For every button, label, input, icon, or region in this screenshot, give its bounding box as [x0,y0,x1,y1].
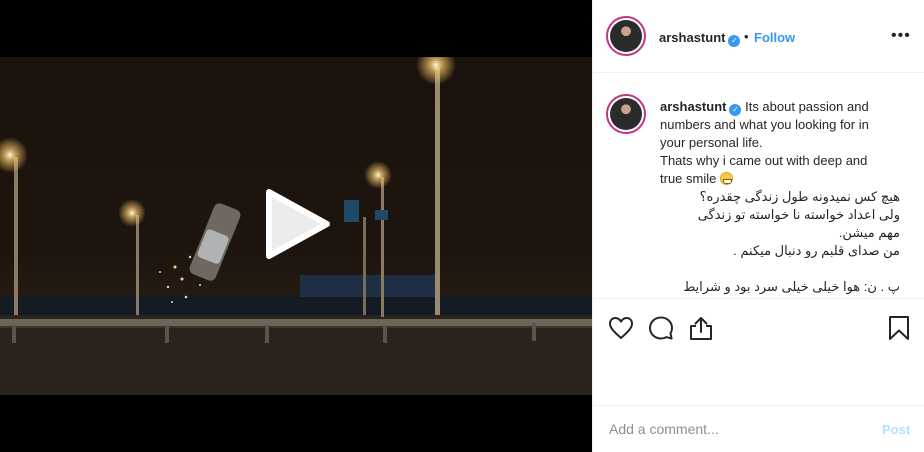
avatar[interactable] [606,16,646,56]
caption-avatar[interactable] [606,94,646,134]
separator-dot: • [744,29,749,44]
media-panel [0,0,592,452]
post-header: arshastunt ✓ • Follow ••• [593,0,924,73]
comment-bar: Post [593,405,924,452]
heart-icon[interactable] [608,315,634,341]
caption-line-2: numbers and what you looking for in [660,117,869,132]
bookmark-icon[interactable] [886,315,912,341]
caption-area: arshastunt ✓ Its about passion and number… [593,74,924,298]
caption-text: arshastunt ✓ Its about passion and number… [660,98,900,296]
play-icon[interactable] [265,188,331,260]
verified-badge-icon: ✓ [728,35,741,47]
caption-line-8: مهم میشن. [838,225,900,240]
follow-button[interactable]: Follow [754,30,795,45]
post-button[interactable]: Post [882,422,910,437]
caption-username[interactable]: arshastunt [660,99,726,114]
action-bar [593,298,924,358]
caption-line-5: true smile [660,170,900,188]
caption-text-5: true smile [660,171,717,186]
grinning-face-icon [719,172,733,185]
comment-icon[interactable] [648,315,674,341]
username-text[interactable]: arshastunt [659,30,725,45]
caption-line-4: Thats why i came out with deep and [660,153,868,168]
caption-line-7: ولی اعداد خواسته نا خواسته تو زندگی [697,207,900,222]
caption-line-9: من صدای قلبم رو دنبال میکنم . [733,243,900,258]
share-icon[interactable] [688,315,714,341]
caption-text-1: Its about passion and [745,99,869,114]
comment-input[interactable] [609,418,859,440]
caption-line-3: your personal life. [660,135,763,150]
caption-line-6: هیچ کس نمیدونه طول زندگی چقدره؟ [699,189,900,204]
instagram-post-modal: arshastunt ✓ • Follow ••• arshastunt ✓ Its… [0,0,924,452]
caption-line-11: پ . ن: هوا خیلی خیلی سرد بود و شرایط [683,279,900,294]
verified-badge-icon: ✓ [729,104,742,116]
post-details-panel: arshastunt ✓ • Follow ••• arshastunt ✓ Its… [592,0,924,452]
caption-line-1: arshastunt ✓ Its about passion and [660,98,900,116]
more-options-icon[interactable]: ••• [891,27,911,45]
header-username[interactable]: arshastunt ✓ [659,30,741,47]
